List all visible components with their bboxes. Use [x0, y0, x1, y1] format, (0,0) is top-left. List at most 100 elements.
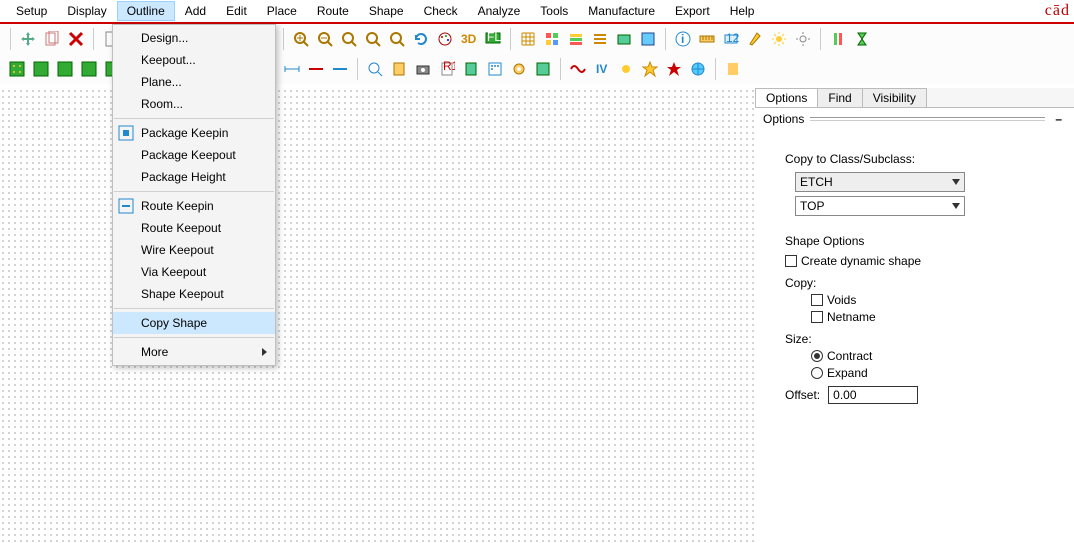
zoom-in-icon[interactable] — [290, 28, 312, 50]
menu-route-keepin[interactable]: Route Keepin — [113, 195, 275, 217]
voids-checkbox[interactable]: Voids — [811, 293, 1056, 307]
move-icon[interactable] — [17, 28, 39, 50]
hourglass-icon[interactable] — [851, 28, 873, 50]
vis-search-icon[interactable] — [364, 58, 386, 80]
tab-options[interactable]: Options — [755, 88, 818, 107]
expand-radio[interactable]: Expand — [811, 366, 1056, 380]
menu-display[interactable]: Display — [57, 1, 116, 21]
copy-icon[interactable] — [41, 28, 63, 50]
offset-value: 0.00 — [833, 388, 856, 402]
menu-help[interactable]: Help — [720, 1, 765, 21]
end-icon[interactable] — [722, 58, 744, 80]
menu-export[interactable]: Export — [665, 1, 720, 21]
menu-route[interactable]: Route — [307, 1, 359, 21]
menu-shape-keepout[interactable]: Shape Keepout — [113, 283, 275, 305]
menu-add[interactable]: Add — [175, 1, 216, 21]
waveform-icon[interactable] — [567, 58, 589, 80]
zoom-sel-icon[interactable] — [362, 28, 384, 50]
panel-minimize-button[interactable]: – — [1051, 112, 1066, 126]
globe-icon[interactable] — [687, 58, 709, 80]
menu-place[interactable]: Place — [257, 1, 307, 21]
iv-icon[interactable]: IV — [591, 58, 613, 80]
tab-visibility[interactable]: Visibility — [862, 88, 927, 107]
menu-plane[interactable]: Plane... — [113, 71, 275, 93]
dim-icon[interactable] — [792, 28, 814, 50]
cam-icon[interactable] — [613, 28, 635, 50]
menu-shape[interactable]: Shape — [359, 1, 414, 21]
ruler-icon[interactable] — [696, 28, 718, 50]
sun2-icon[interactable] — [615, 58, 637, 80]
menu-keepout[interactable]: Keepout... — [113, 49, 275, 71]
redraw-icon[interactable] — [410, 28, 432, 50]
menu-wire-keepout[interactable]: Wire Keepout — [113, 239, 275, 261]
shape-dim2-icon[interactable] — [305, 58, 327, 80]
menu-package-keepin[interactable]: Package Keepin — [113, 122, 275, 144]
highlight-icon[interactable] — [744, 28, 766, 50]
class-select[interactable]: ETCH — [795, 172, 965, 192]
measure-icon[interactable]: 123 — [720, 28, 742, 50]
vis-matrix-icon[interactable] — [484, 58, 506, 80]
panel-divider — [810, 117, 1045, 121]
panel-tabs: Options Find Visibility — [755, 88, 1074, 108]
drc-icon[interactable] — [637, 28, 659, 50]
menu-check[interactable]: Check — [414, 1, 468, 21]
zoom-fit-icon[interactable] — [338, 28, 360, 50]
svg-text:R1R2: R1R2 — [443, 61, 455, 73]
svg-text:IV: IV — [596, 62, 607, 76]
delete-icon[interactable] — [65, 28, 87, 50]
vis-board-icon[interactable] — [532, 58, 554, 80]
tab-find[interactable]: Find — [817, 88, 862, 107]
menu-tools[interactable]: Tools — [530, 1, 578, 21]
stack-icon[interactable] — [565, 28, 587, 50]
pcb2-icon[interactable] — [30, 58, 52, 80]
zoom-out-icon[interactable] — [314, 28, 336, 50]
menu-setup[interactable]: Setup — [6, 1, 57, 21]
grid-icon[interactable] — [517, 28, 539, 50]
color-icon[interactable] — [434, 28, 456, 50]
menu-via-keepout[interactable]: Via Keepout — [113, 261, 275, 283]
menu-analyze[interactable]: Analyze — [468, 1, 531, 21]
star-icon[interactable] — [639, 58, 661, 80]
toolbar-sep — [510, 28, 511, 50]
sun-icon[interactable] — [768, 28, 790, 50]
vis-report-icon[interactable]: R1R2 — [436, 58, 458, 80]
xsect-icon[interactable] — [827, 28, 849, 50]
svg-text:123: 123 — [726, 31, 739, 45]
offset-label: Offset: — [785, 388, 820, 402]
shape-dim3-icon[interactable] — [329, 58, 351, 80]
layers-icon[interactable] — [541, 28, 563, 50]
vis-gear-icon[interactable] — [508, 58, 530, 80]
vis-book-icon[interactable] — [388, 58, 410, 80]
menu-more[interactable]: More — [113, 341, 275, 363]
pcb-icon[interactable] — [6, 58, 28, 80]
subclass-select[interactable]: TOP — [795, 196, 965, 216]
netname-checkbox[interactable]: Netname — [811, 310, 1056, 324]
contract-radio[interactable]: Contract — [811, 349, 1056, 363]
info-icon[interactable]: i — [672, 28, 694, 50]
pcb4-icon[interactable] — [78, 58, 100, 80]
subclass-select-value: TOP — [800, 199, 824, 213]
menu-edit[interactable]: Edit — [216, 1, 257, 21]
right-panel: Options Find Visibility Options – Copy t… — [754, 88, 1074, 543]
menu-package-keepout[interactable]: Package Keepout — [113, 144, 275, 166]
align-icon[interactable] — [589, 28, 611, 50]
pcb3-icon[interactable] — [54, 58, 76, 80]
menu-copy-shape[interactable]: Copy Shape — [113, 312, 275, 334]
vis-book2-icon[interactable] — [460, 58, 482, 80]
vis-cam-icon[interactable] — [412, 58, 434, 80]
menu-design[interactable]: Design... — [113, 27, 275, 49]
zoom-point-icon[interactable] — [386, 28, 408, 50]
offset-input[interactable]: 0.00 — [828, 386, 918, 404]
menu-manufacture[interactable]: Manufacture — [578, 1, 665, 21]
3d-icon[interactable]: 3D — [458, 28, 480, 50]
star2-icon[interactable] — [663, 58, 685, 80]
panel-body: Copy to Class/Subclass: ETCH TOP Shape O… — [755, 126, 1074, 412]
menu-package-height[interactable]: Package Height — [113, 166, 275, 188]
size-label: Size: — [785, 332, 1056, 346]
menu-outline[interactable]: Outline — [117, 1, 175, 21]
flip-icon[interactable]: FLIP — [482, 28, 504, 50]
menu-room[interactable]: Room... — [113, 93, 275, 115]
create-dynamic-checkbox[interactable]: Create dynamic shape — [785, 254, 1056, 268]
shape-dim-icon[interactable] — [281, 58, 303, 80]
menu-route-keepout[interactable]: Route Keepout — [113, 217, 275, 239]
